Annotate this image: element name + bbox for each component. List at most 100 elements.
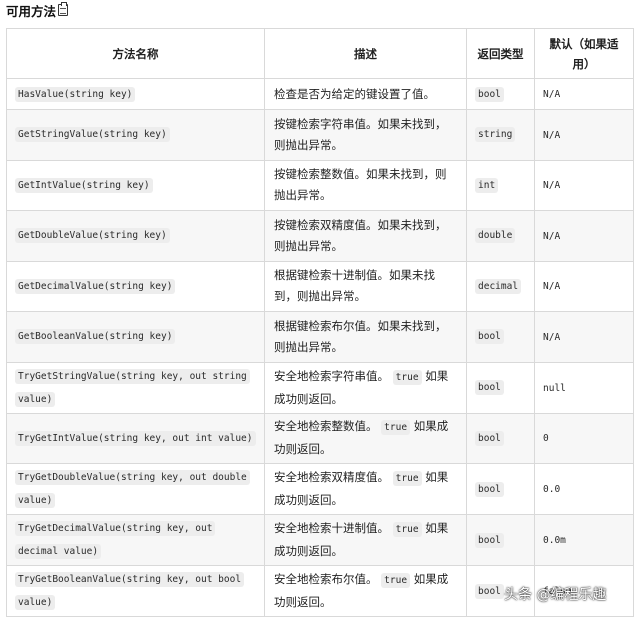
- default-value: N/A: [543, 331, 561, 343]
- method-name-cell: TryGetDoubleValue(string key, out double…: [6, 463, 265, 515]
- method-name-cell: GetBooleanValue(string key): [6, 311, 265, 363]
- description-cell: 安全地检索整数值。 true 如果成功则返回。: [264, 412, 467, 464]
- method-name-cell: GetStringValue(string key): [6, 109, 265, 161]
- table-row: GetIntValue(string key) 按键检索整数值。如果未找到，则抛出…: [6, 159, 634, 211]
- description-code: true: [392, 369, 422, 385]
- description-cell: 根据键检索布尔值。如果未找到，则抛出异常。: [264, 311, 467, 363]
- default-cell: N/A: [534, 159, 634, 211]
- table-row: GetDecimalValue(string key) 根据键检索十进制值。如果未…: [6, 260, 634, 312]
- default-cell: 0: [534, 412, 634, 464]
- method-name-cell: TryGetStringValue(string key, out string…: [6, 361, 265, 414]
- default-value: N/A: [543, 230, 561, 242]
- default-cell: N/A: [534, 311, 634, 363]
- clipboard-icon: [58, 2, 69, 16]
- default-value: N/A: [543, 281, 561, 293]
- description-cell: 按键检索字符串值。如果未找到，则抛出异常。: [264, 109, 467, 161]
- method-name-cell: GetIntValue(string key): [6, 159, 265, 211]
- table-row: TryGetStringValue(string key, out string…: [6, 361, 634, 414]
- method-name-cell: TryGetDecimalValue(string key, out decim…: [6, 514, 265, 566]
- method-name-cell: TryGetBooleanValue(string key, out bool …: [6, 565, 265, 617]
- default-cell: 0.0m: [534, 514, 634, 566]
- description-cell: 检查是否为给定的键设置了值。: [264, 78, 467, 110]
- description-code: true: [392, 471, 422, 486]
- table-row: TryGetDecimalValue(string key, out decim…: [6, 514, 634, 566]
- table-row: GetBooleanValue(string key) 根据键检索布尔值。如果未找…: [6, 311, 634, 363]
- description-cell: 安全地检索布尔值。 true 如果成功则返回。: [264, 565, 467, 617]
- return-type: bool: [475, 583, 504, 599]
- table-body: HasValue(string key) 检查是否为给定的键设置了值。 bool N/…: [6, 78, 634, 617]
- description-text: 按键检索字符串值。如果未找到，则抛出异常。: [274, 116, 447, 152]
- return-type-cell: decimal: [466, 260, 535, 312]
- method-signature: TryGetDoubleValue(string key, out double…: [15, 470, 250, 508]
- default-value: 0.0: [543, 484, 561, 495]
- default-value: N/A: [543, 89, 561, 100]
- default-value: 0.0m: [543, 535, 566, 546]
- method-name-cell: GetDecimalValue(string key): [6, 260, 265, 312]
- method-name-cell: TryGetIntValue(string key, out int value…: [6, 412, 265, 464]
- method-name-cell: GetDoubleValue(string key): [6, 210, 265, 262]
- description-cell: 按键检索双精度值。如果未找到，则抛出异常。: [264, 210, 467, 262]
- default-cell: null: [534, 361, 634, 414]
- return-type: bool: [475, 481, 504, 497]
- table-row: TryGetDoubleValue(string key, out double…: [6, 463, 634, 515]
- method-signature: GetDecimalValue(string key): [15, 278, 176, 294]
- method-signature: TryGetIntValue(string key, out int value…: [15, 430, 256, 446]
- method-signature: HasValue(string key): [15, 86, 136, 102]
- description-text: 按键检索整数值。如果未找到，则抛出异常。: [274, 167, 447, 203]
- default-value: null: [543, 382, 566, 394]
- description-code: true: [392, 522, 422, 537]
- return-type: string: [475, 127, 516, 143]
- description-cell: 按键检索整数值。如果未找到，则抛出异常。: [264, 159, 467, 211]
- description-text: 安全地检索布尔值。: [274, 572, 378, 586]
- table-header-row: 方法名称 描述 返回类型 默认（如果适用）: [6, 28, 634, 79]
- default-cell: N/A: [534, 109, 634, 161]
- method-signature: TryGetBooleanValue(string key, out bool …: [15, 572, 245, 610]
- watermark: 头条 @编程乐趣: [504, 587, 607, 603]
- return-type: bool: [475, 86, 504, 102]
- header-method-name: 方法名称: [6, 28, 265, 79]
- return-type-cell: int: [466, 159, 535, 211]
- method-signature: GetBooleanValue(string key): [15, 329, 176, 345]
- default-value: N/A: [543, 129, 561, 141]
- description-cell: 安全地检索十进制值。 true 如果成功则返回。: [264, 514, 467, 566]
- header-description: 描述: [264, 28, 467, 79]
- return-type: decimal: [475, 278, 522, 294]
- description-text: 安全地检索字符串值。: [274, 368, 389, 383]
- table-row: GetDoubleValue(string key) 按键检索双精度值。如果未找到…: [6, 210, 634, 262]
- return-type-cell: string: [466, 109, 535, 161]
- description-text: 按键检索双精度值。如果未找到，则抛出异常。: [274, 217, 447, 253]
- description-code: true: [381, 420, 411, 436]
- section-title: 可用方法: [6, 3, 57, 19]
- description-cell: 安全地检索双精度值。 true 如果成功则返回。: [264, 463, 467, 515]
- method-signature: GetDoubleValue(string key): [15, 228, 170, 244]
- description-text: 根据键检索布尔值。如果未找到，则抛出异常。: [274, 318, 447, 354]
- return-type: bool: [475, 380, 504, 395]
- return-type-cell: double: [466, 210, 535, 262]
- return-type: double: [475, 228, 516, 244]
- return-type-cell: bool: [466, 311, 535, 363]
- return-type-cell: bool: [466, 514, 535, 566]
- method-signature: TryGetDecimalValue(string key, out decim…: [15, 521, 216, 559]
- table-row: TryGetIntValue(string key, out int value…: [6, 412, 634, 464]
- description-cell: 根据键检索十进制值。如果未找到，则抛出异常。: [264, 260, 467, 312]
- default-cell: 0.0: [534, 463, 634, 515]
- return-type: bool: [475, 329, 504, 345]
- description-text: 根据键检索十进制值。如果未找到，则抛出异常。: [274, 268, 435, 304]
- method-name-cell: HasValue(string key): [6, 78, 265, 110]
- description-code: true: [381, 573, 411, 588]
- description-text: 安全地检索十进制值。: [274, 521, 389, 535]
- section-heading: 可用方法: [6, 0, 69, 20]
- return-type-cell: bool: [466, 78, 535, 110]
- return-type-cell: bool: [466, 463, 535, 515]
- header-return-type: 返回类型: [466, 28, 535, 79]
- default-cell: N/A: [534, 78, 634, 110]
- return-type: bool: [475, 430, 504, 446]
- header-default: 默认（如果适用）: [534, 28, 634, 79]
- default-value: N/A: [543, 180, 561, 192]
- methods-table: 方法名称 描述 返回类型 默认（如果适用） HasValue(string ke…: [6, 28, 634, 617]
- method-signature: GetIntValue(string key): [15, 177, 153, 193]
- return-type: bool: [475, 532, 504, 548]
- description-text: 安全地检索整数值。: [274, 419, 378, 434]
- description-text: 安全地检索双精度值。: [274, 470, 389, 484]
- return-type-cell: bool: [466, 361, 535, 414]
